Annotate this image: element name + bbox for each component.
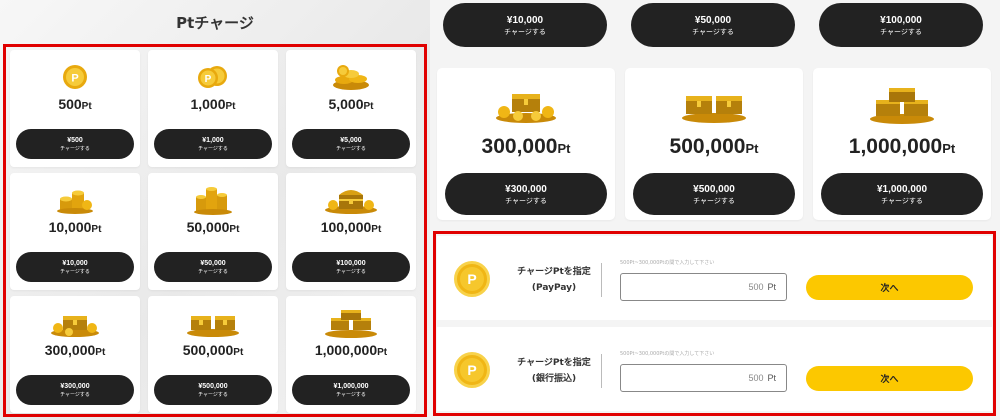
charge-label: チャージする (880, 27, 922, 36)
point-amount: 1,000Pt (190, 96, 236, 112)
charge-price: ¥5,000 (340, 136, 362, 144)
charge-price: ¥10,000 (506, 14, 544, 26)
charge-price: ¥300,000 (505, 183, 547, 195)
point-amount: 300,000Pt (44, 342, 106, 358)
charge-label: チャージする (60, 145, 90, 152)
charge-card: 1,000,000Pt ¥1,000,000 チャージする (813, 68, 991, 220)
charge-price: ¥500 (67, 136, 83, 144)
charge-label: チャージする (198, 268, 228, 275)
charge-label: チャージする (198, 391, 228, 398)
coins-stacks-icon (190, 185, 236, 215)
treasure-chest-coins-icon (49, 308, 101, 338)
charge-label: チャージする (336, 145, 366, 152)
charge-price: ¥1,000,000 (876, 183, 928, 195)
charge-card: 5,000Pt ¥5,000 チャージする (286, 50, 416, 167)
charge-button[interactable]: ¥300,000 チャージする (16, 375, 134, 405)
charge-button[interactable]: ¥500,000 チャージする (633, 173, 795, 215)
coin-single-icon: P (61, 62, 89, 92)
charge-button[interactable]: ¥100,000 チャージする (819, 3, 983, 47)
charge-price: ¥1,000,000 (333, 382, 369, 390)
charge-price: ¥1,000 (202, 136, 224, 144)
treasure-chests-two-icon (185, 308, 241, 338)
charge-card: 1,000,000Pt ¥1,000,000 チャージする (286, 296, 416, 413)
svg-text:P: P (71, 73, 78, 85)
charge-button[interactable]: ¥1,000,000 チャージする (292, 375, 410, 405)
charge-label: チャージする (505, 196, 547, 205)
point-amount: 100,000Pt (320, 219, 382, 235)
coins-pile-small-icon (328, 62, 374, 92)
charge-button[interactable]: ¥500 チャージする (16, 129, 134, 159)
point-amount: 500Pt (58, 96, 92, 112)
charge-card: 100,000Pt ¥100,000 チャージする (286, 173, 416, 290)
point-amount: 5,000Pt (328, 96, 374, 112)
coins-two-icon: P (193, 62, 233, 92)
charge-label: チャージする (336, 268, 366, 275)
charge-label: チャージする (693, 196, 735, 205)
point-amount: 500,000Pt (669, 135, 759, 158)
charge-price: ¥300,000 (60, 382, 90, 390)
charge-label: チャージする (881, 196, 923, 205)
coins-stack-icon (52, 185, 98, 215)
charge-label: チャージする (198, 145, 228, 152)
charge-price: ¥50,000 (200, 259, 226, 267)
charge-card: 300,000Pt ¥300,000 チャージする (437, 68, 615, 220)
charge-price: ¥500,000 (198, 382, 228, 390)
charge-button[interactable]: ¥10,000 チャージする (16, 252, 134, 282)
treasure-chests-two-icon (625, 84, 803, 124)
page-title: Ptチャージ (176, 14, 254, 32)
treasure-chests-pile-icon (813, 84, 991, 124)
charge-card: 500,000Pt ¥500,000 チャージする (625, 68, 803, 220)
charge-button[interactable]: ¥300,000 チャージする (445, 173, 607, 215)
charge-card: 300,000Pt ¥300,000 チャージする (10, 296, 140, 413)
point-amount: 1,000,000Pt (314, 342, 388, 358)
charge-card: P 500Pt ¥500 チャージする (10, 50, 140, 167)
point-amount: 50,000Pt (186, 219, 240, 235)
charge-price: ¥100,000 (880, 14, 922, 26)
charge-button[interactable]: ¥1,000 チャージする (154, 129, 272, 159)
charge-price: ¥500,000 (693, 183, 735, 195)
point-amount: 1,000,000Pt (848, 135, 956, 158)
charge-price: ¥10,000 (62, 259, 88, 267)
charge-label: チャージする (504, 27, 546, 36)
charge-card: 50,000Pt ¥50,000 チャージする (148, 173, 278, 290)
charge-label: チャージする (60, 391, 90, 398)
charge-button[interactable]: ¥5,000 チャージする (292, 129, 410, 159)
charge-card: 500,000Pt ¥500,000 チャージする (148, 296, 278, 413)
treasure-chest-icon (323, 185, 379, 215)
svg-text:P: P (205, 74, 212, 85)
treasure-chest-coins-icon (437, 84, 615, 124)
charge-label: チャージする (692, 27, 734, 36)
charge-button[interactable]: ¥100,000 チャージする (292, 252, 410, 282)
charge-label: チャージする (60, 268, 90, 275)
point-amount: 10,000Pt (48, 219, 102, 235)
point-amount: 500,000Pt (182, 342, 244, 358)
point-amount: 300,000Pt (481, 135, 571, 158)
preset-grid: P 500Pt ¥500 チャージする P 1,000Pt ¥1,000 チャー… (10, 50, 420, 413)
charge-price: ¥100,000 (336, 259, 366, 267)
charge-button[interactable]: ¥50,000 チャージする (154, 252, 272, 282)
charge-button[interactable]: ¥1,000,000 チャージする (821, 173, 983, 215)
charge-button[interactable]: ¥10,000 チャージする (443, 3, 607, 47)
charge-label: チャージする (336, 391, 366, 398)
treasure-chests-pile-icon (323, 308, 379, 338)
charge-card: P 1,000Pt ¥1,000 チャージする (148, 50, 278, 167)
charge-card: 10,000Pt ¥10,000 チャージする (10, 173, 140, 290)
charge-button[interactable]: ¥500,000 チャージする (154, 375, 272, 405)
charge-price: ¥50,000 (694, 14, 732, 26)
charge-button[interactable]: ¥50,000 チャージする (631, 3, 795, 47)
highlight-box-right (433, 231, 996, 416)
